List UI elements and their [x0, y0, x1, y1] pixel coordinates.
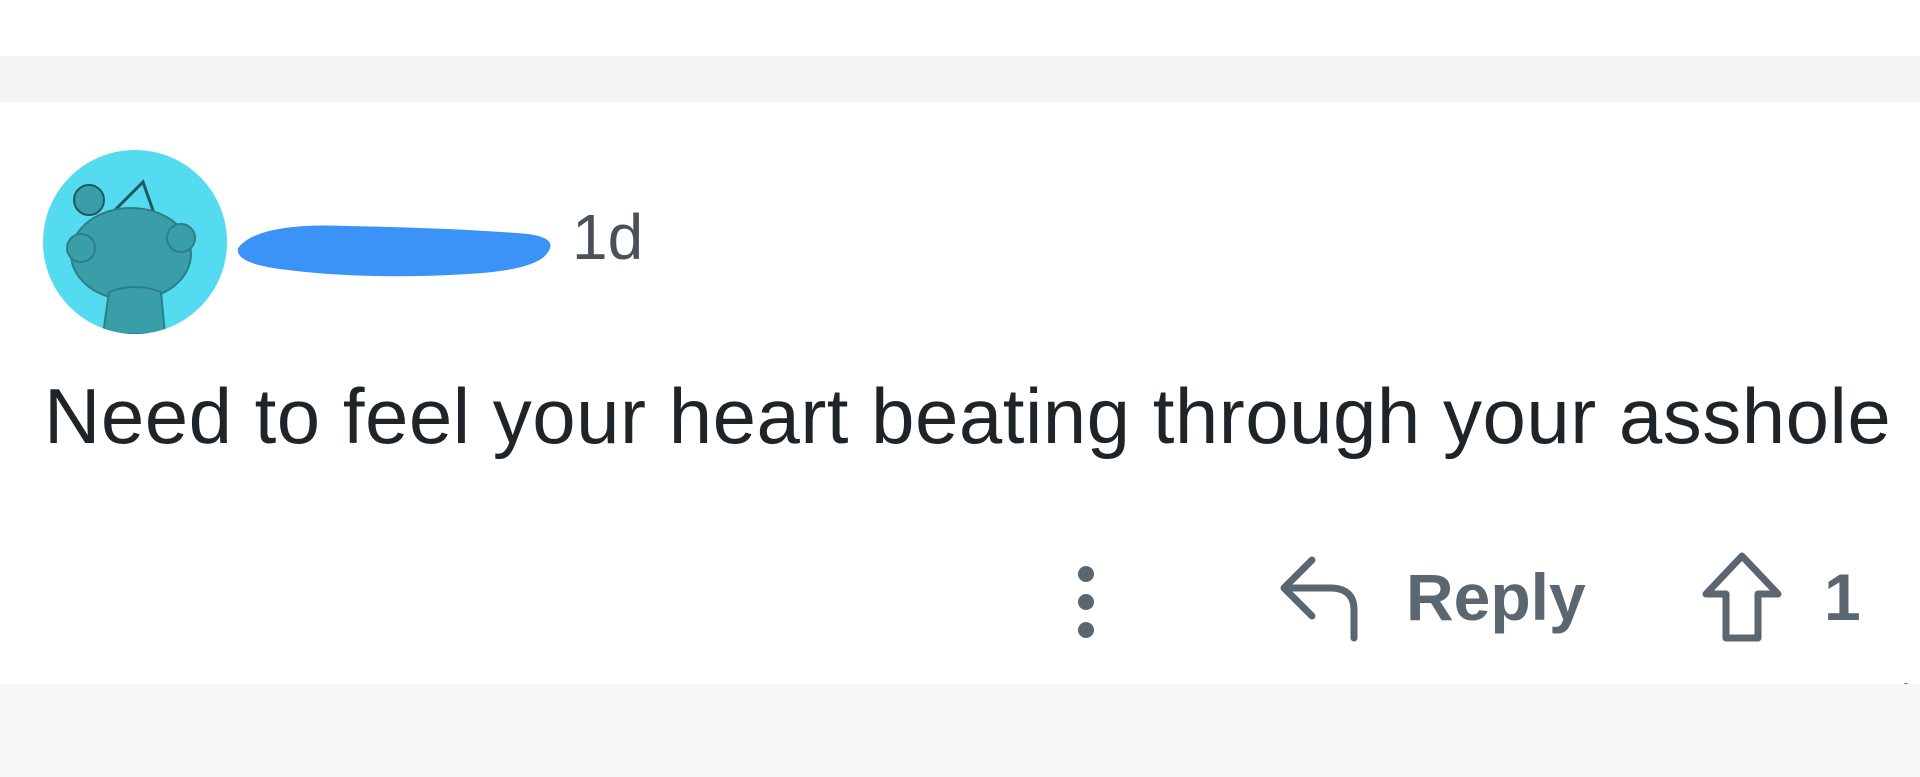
comment-timestamp: 1d	[572, 201, 644, 273]
user-avatar[interactable]	[43, 150, 227, 334]
reply-arrow-icon	[1280, 556, 1358, 642]
comment-card: 1d Need to feel your heart beating throu…	[0, 102, 1920, 705]
comment-body: Need to feel your heart beating through …	[44, 372, 1892, 460]
comment-divider	[0, 56, 1920, 102]
upvote-button[interactable]: 1	[1700, 542, 1861, 652]
comment-thread: 1d Need to feel your heart beating throu…	[0, 0, 1920, 777]
reply-button[interactable]: Reply	[1276, 542, 1586, 652]
vote-count: 1	[1824, 560, 1861, 634]
next-comment-divider	[0, 684, 1920, 777]
reply-label: Reply	[1406, 560, 1586, 634]
username-redaction	[237, 225, 551, 277]
more-options-button[interactable]	[1066, 552, 1106, 652]
upvote-arrow-icon	[1702, 552, 1782, 642]
previous-comment-action-bar	[0, 0, 1920, 56]
snoo-avatar-icon	[43, 150, 227, 334]
more-vertical-icon	[1078, 566, 1094, 638]
